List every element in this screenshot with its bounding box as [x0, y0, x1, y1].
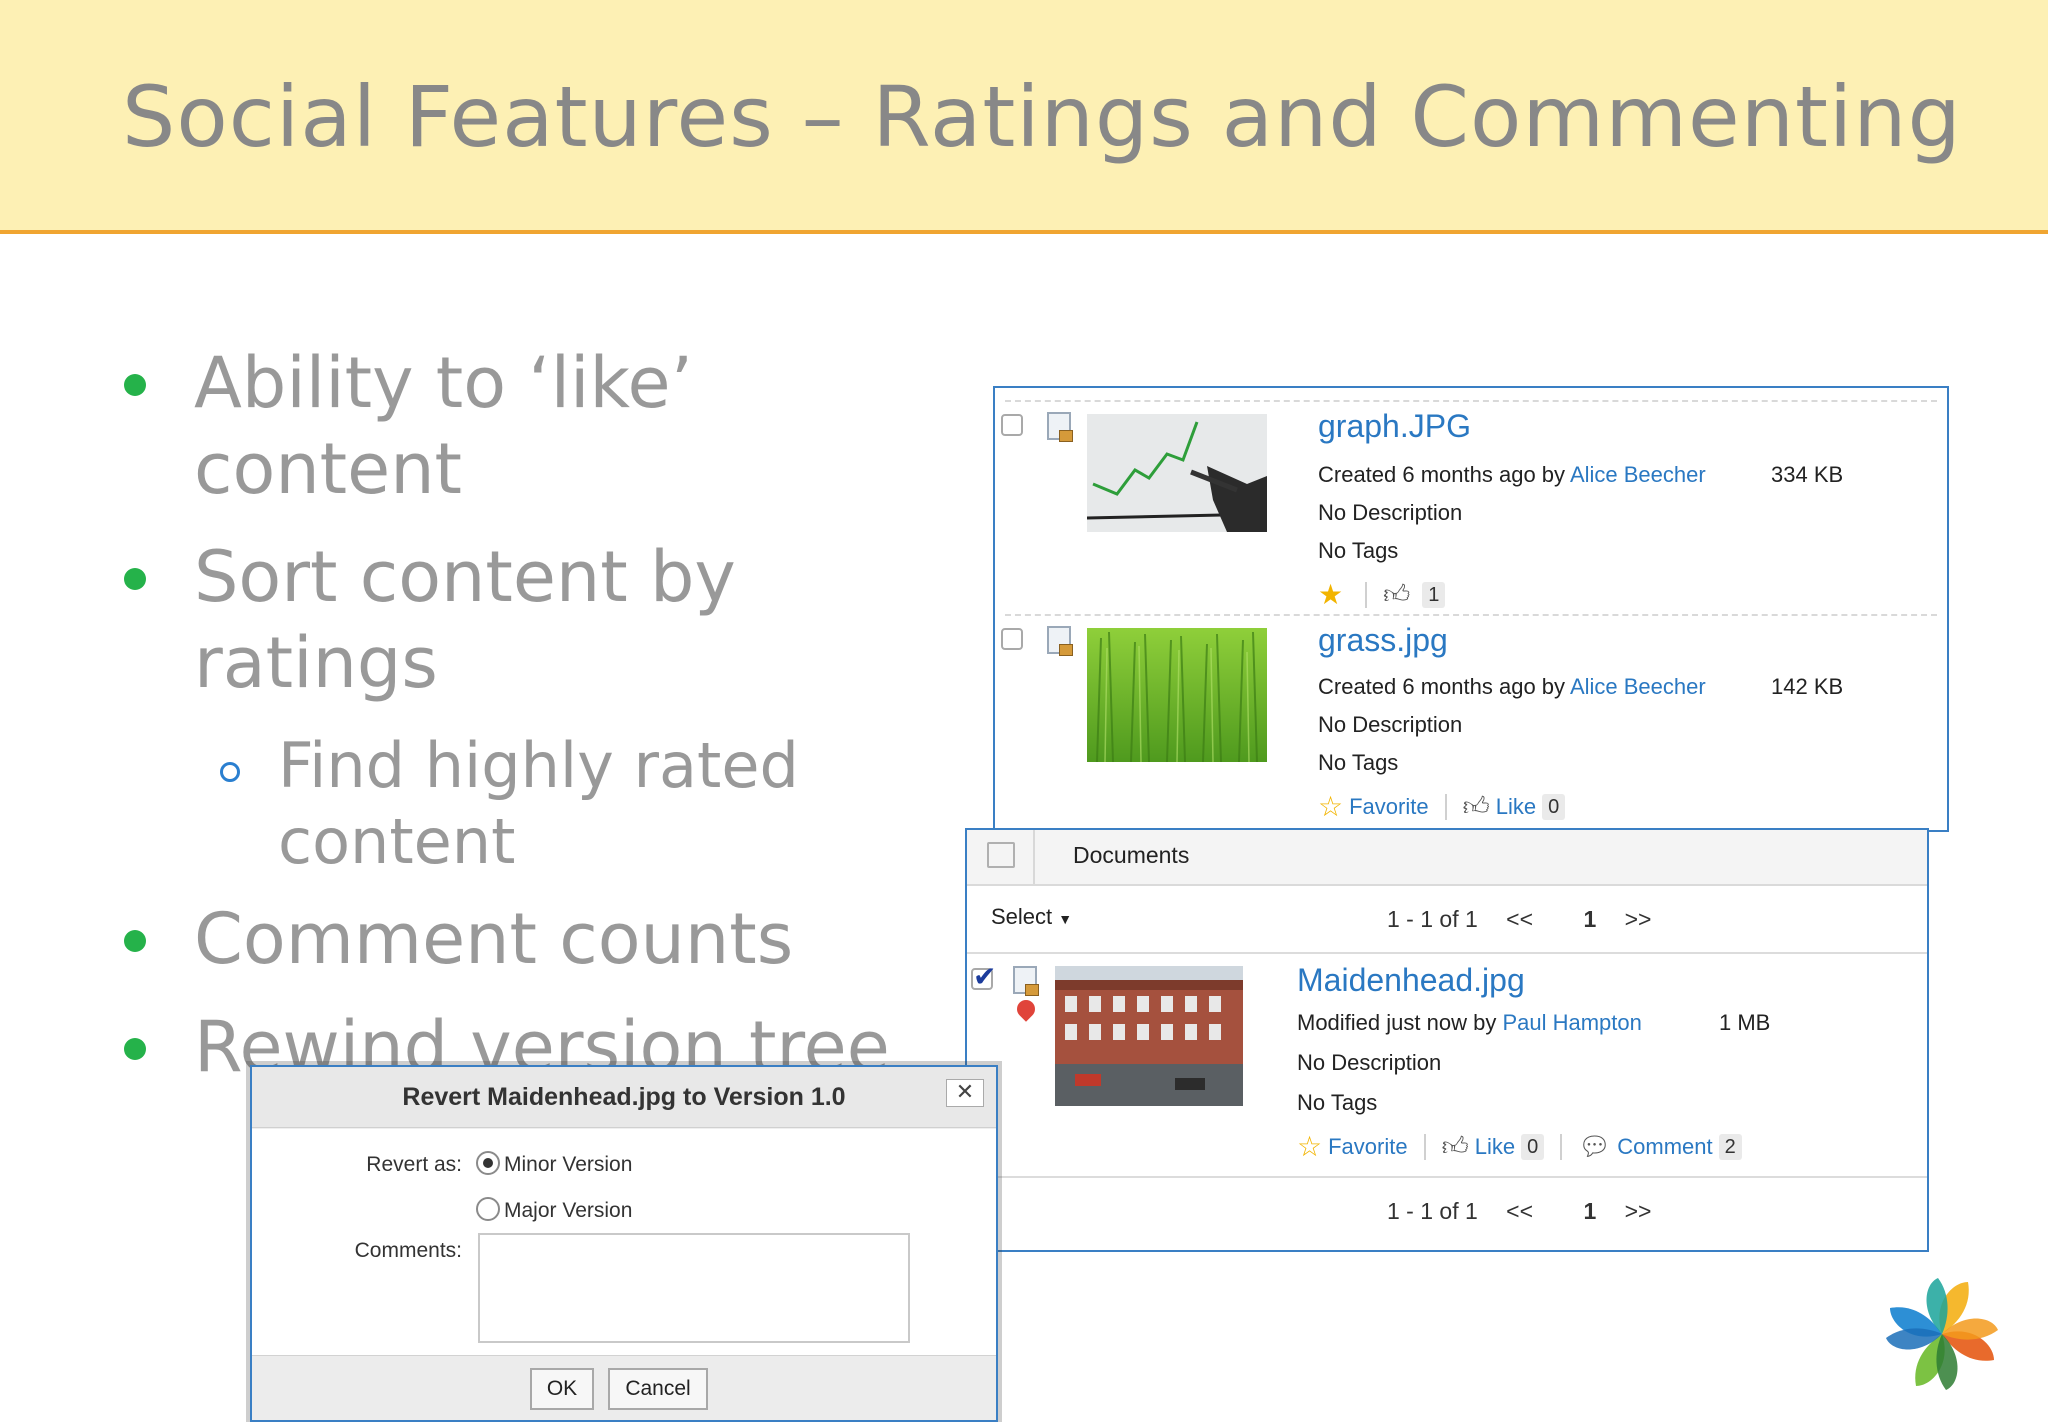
thumbs-up-icon[interactable]: 👍︎ [1442, 1131, 1469, 1162]
like-count: 1 [1422, 581, 1446, 608]
like-count: 0 [1521, 1133, 1545, 1160]
favorite-link[interactable]: Favorite [1328, 1134, 1407, 1160]
bullet-comment-counts: Comment counts [118, 896, 793, 982]
file-tags: No Tags [1318, 538, 1399, 563]
comment-icon[interactable]: 💬︎ [1578, 1131, 1611, 1162]
like-count: 0 [1542, 793, 1566, 820]
dialog-footer: OK Cancel [252, 1355, 996, 1420]
slide-title: Social Features – Ratings and Commenting [122, 68, 1962, 166]
pager-top: 1 - 1 of 1 << 1 >> [1387, 906, 1674, 933]
divider [1365, 581, 1368, 608]
list-item: Maidenhead.jpg Modified just now by Paul… [967, 954, 1927, 1178]
pager-page[interactable]: 1 [1583, 906, 1596, 932]
comment-count: 2 [1718, 1133, 1742, 1160]
favorite-link[interactable]: Favorite [1349, 794, 1428, 820]
pin-icon [1013, 996, 1039, 1022]
file-meta: Created 6 months ago by Alice Beecher [1318, 674, 1706, 699]
item-actions: ☆ Favorite 👍︎ Like 0 [1318, 790, 1566, 823]
file-description: No Description [1318, 712, 1463, 737]
close-icon[interactable]: ✕ [946, 1079, 984, 1107]
file-image-icon [1047, 412, 1073, 442]
bullet-sort-by-ratings: Sort content by ratings [118, 534, 736, 706]
divider [967, 1176, 1927, 1178]
item-actions: ☆ Favorite 👍︎ Like 0 💬︎ Comment 2 [1297, 1130, 1742, 1163]
select-dropdown[interactable]: Select ▼ [991, 904, 1072, 930]
file-meta: Created 6 months ago by Alice Beecher [1318, 462, 1706, 487]
comments-textarea[interactable] [478, 1233, 910, 1343]
minor-version-radio[interactable] [476, 1151, 500, 1175]
thumbnail-graph[interactable] [1087, 414, 1267, 532]
dialog-title: Revert Maidenhead.jpg to Version 1.0 [252, 1067, 996, 1128]
file-tags: No Tags [1297, 1090, 1378, 1115]
bullet-dot [124, 930, 146, 952]
cancel-button[interactable]: Cancel [608, 1368, 708, 1410]
star-icon[interactable]: ★ [1318, 578, 1343, 611]
like-link[interactable]: Like [1475, 1134, 1515, 1160]
file-description: No Description [1297, 1050, 1442, 1075]
select-checkbox[interactable] [1001, 414, 1023, 436]
divider [1423, 1133, 1426, 1160]
bullet-dot [124, 1038, 146, 1060]
alfresco-logo [1878, 1270, 2006, 1398]
comment-link[interactable]: Comment [1617, 1134, 1712, 1160]
select-checkbox[interactable] [971, 960, 996, 993]
bullet-like-content: Ability to ‘like’ content [118, 340, 693, 512]
divider [1033, 830, 1035, 884]
star-icon[interactable]: ☆ [1297, 1130, 1322, 1163]
select-checkbox[interactable] [1001, 628, 1023, 650]
thumbnail-grass[interactable] [1087, 628, 1267, 762]
pager-next[interactable]: >> [1625, 906, 1652, 932]
pager-prev[interactable]: << [1506, 1198, 1533, 1224]
file-size: 334 KB [1771, 462, 1844, 487]
upload-icon[interactable] [987, 842, 1015, 868]
author-link[interactable]: Alice Beecher [1570, 674, 1706, 699]
file-description: No Description [1318, 500, 1463, 525]
file-meta: Modified just now by Paul Hampton [1297, 1010, 1642, 1035]
major-version-label[interactable]: Major Version [504, 1199, 632, 1223]
thumbs-up-icon[interactable]: 👍︎ [1383, 579, 1410, 610]
like-link[interactable]: Like [1496, 794, 1536, 820]
major-version-radio[interactable] [476, 1197, 500, 1221]
revert-version-dialog: Revert Maidenhead.jpg to Version 1.0 ✕ R… [250, 1065, 998, 1422]
sub-bullet-highly-rated: Find highly rated content [220, 728, 799, 880]
pager-bottom: 1 - 1 of 1 << 1 >> [1387, 1198, 1674, 1225]
ok-button[interactable]: OK [530, 1368, 594, 1410]
dropdown-arrow-icon: ▼ [1058, 911, 1073, 927]
pager-range: 1 - 1 of 1 [1387, 906, 1478, 932]
file-name-link[interactable]: grass.jpg [1318, 622, 1448, 659]
file-tags: No Tags [1318, 750, 1399, 775]
file-size: 1 MB [1719, 1010, 1771, 1035]
minor-version-label[interactable]: Minor Version [504, 1153, 632, 1177]
dialog-body: Revert as: Minor Version Major Version C… [252, 1129, 996, 1357]
file-size: 142 KB [1771, 674, 1844, 699]
star-icon[interactable]: ☆ [1318, 790, 1343, 823]
comments-label: Comments: [354, 1239, 462, 1262]
bullet-dot [124, 568, 146, 590]
revert-as-label: Revert as: [366, 1153, 462, 1176]
divider [1560, 1133, 1563, 1160]
file-image-icon [1013, 966, 1039, 996]
author-link[interactable]: Alice Beecher [1570, 462, 1706, 487]
list-item: grass.jpg Created 6 months ago by Alice … [995, 614, 1947, 830]
documents-panel: Documents Select ▼ 1 - 1 of 1 << 1 >> ✔ … [965, 828, 1929, 1252]
documents-title: Documents [1073, 842, 1190, 868]
item-actions: ★ 👍︎ 1 [1318, 578, 1446, 611]
pager-prev[interactable]: << [1506, 906, 1533, 932]
pager-page[interactable]: 1 [1583, 1198, 1596, 1224]
thumbnail-maidenhead[interactable] [1055, 966, 1243, 1106]
thumbs-up-icon[interactable]: 👍︎ [1463, 791, 1490, 822]
list-item: graph.JPG Created 6 months ago by Alice … [995, 388, 1947, 614]
bullet-dot [124, 374, 146, 396]
documents-header: Documents [967, 830, 1927, 886]
sub-bullet-ring [220, 762, 240, 782]
document-list-panel-top: graph.JPG Created 6 months ago by Alice … [993, 386, 1949, 832]
file-image-icon [1047, 626, 1073, 656]
pager-next[interactable]: >> [1625, 1198, 1652, 1224]
title-banner: Social Features – Ratings and Commenting [0, 0, 2048, 234]
pager-range: 1 - 1 of 1 [1387, 1198, 1478, 1224]
file-name-link[interactable]: graph.JPG [1318, 408, 1471, 445]
divider [1444, 793, 1447, 820]
file-name-link[interactable]: Maidenhead.jpg [1297, 962, 1525, 999]
author-link[interactable]: Paul Hampton [1502, 1010, 1641, 1035]
